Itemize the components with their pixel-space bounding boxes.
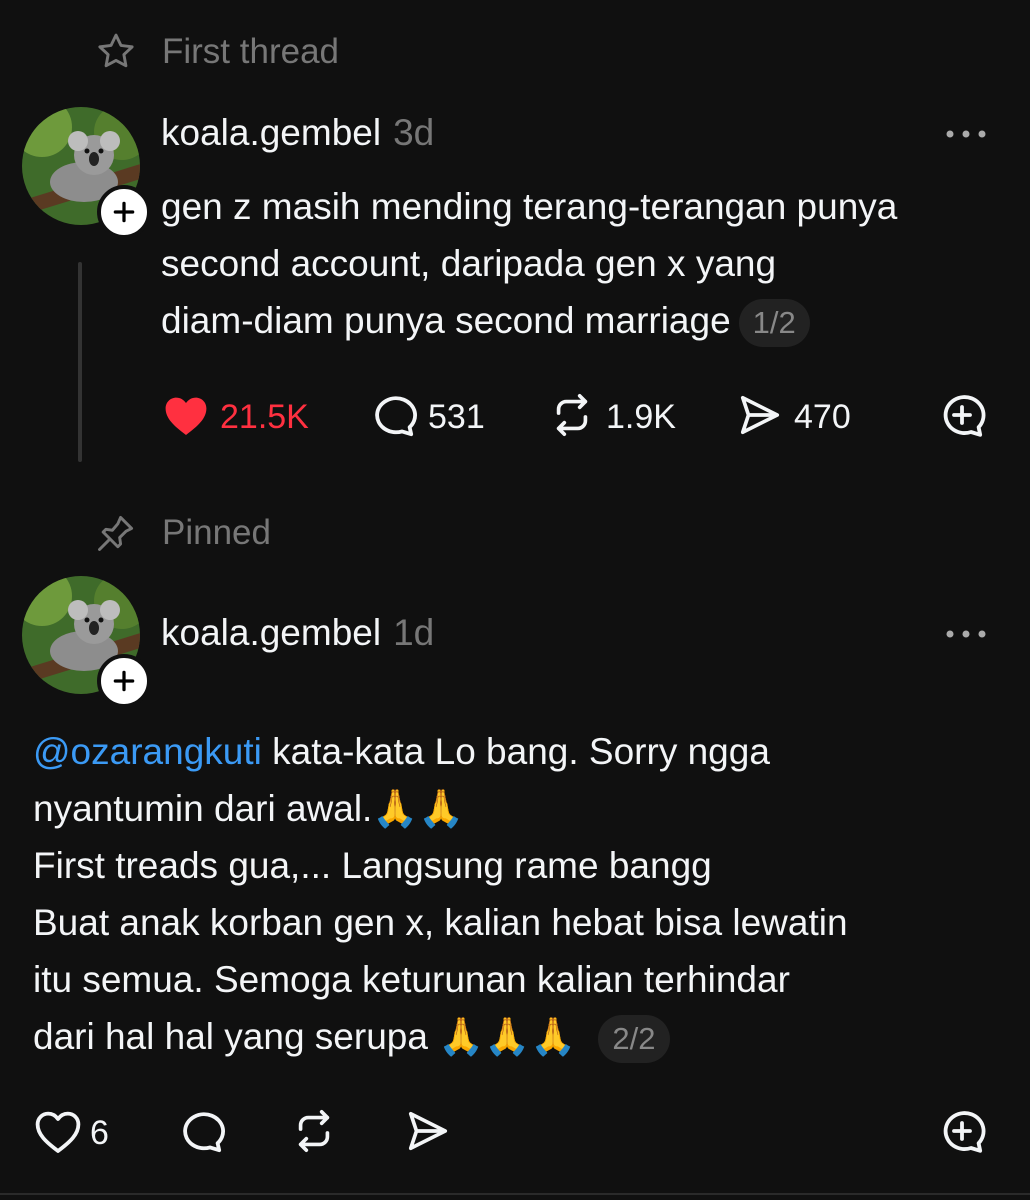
post-header: koala.gembel 1d [161,612,434,654]
post-text-line: dari hal hal yang serupa 🙏🙏🙏 2/2 [33,1008,1018,1065]
post-text-segment: kata-kata Lo bang. Sorry ngga [261,731,770,772]
first-thread-header: First thread [94,30,339,74]
reply-icon [370,392,418,443]
thread-index-badge: 1/2 [738,299,810,348]
quote-add-button[interactable] [938,392,988,445]
share-icon [404,1108,452,1159]
post-time: 1d [393,612,435,653]
post-text-line: nyantumin dari awal.🙏🙏 [33,788,465,829]
reply-button[interactable] [178,1108,226,1159]
post-text-line: second account, daripada gen x yang [161,243,777,284]
pinned-label: Pinned [162,513,271,552]
share-count: 470 [794,398,851,436]
share-button[interactable] [404,1108,452,1159]
mention-link[interactable]: @ozarangkuti [33,731,262,772]
like-count: 21.5K [220,398,309,436]
username[interactable]: koala.gembel [161,612,381,654]
pin-icon [94,511,138,555]
repost-icon [548,392,596,443]
heart-icon [162,392,210,443]
reply-button[interactable]: 531 [370,392,485,443]
post-text-line-content: dari hal hal yang serupa 🙏🙏🙏 [33,1016,577,1057]
quote-add-icon [938,392,988,445]
star-icon [94,30,138,74]
thread-index-badge: 2/2 [598,1015,670,1064]
post-time: 3d [393,112,435,153]
share-icon [736,392,784,443]
post-header: koala.gembel 3d [161,112,434,154]
quote-add-button[interactable] [938,1108,988,1161]
pinned-header: Pinned [94,511,271,555]
like-button[interactable]: 6 [34,1108,109,1159]
divider [0,1193,1030,1195]
username[interactable]: koala.gembel [161,112,381,154]
more-icon[interactable] [944,120,988,153]
reply-count: 531 [428,398,485,436]
post-text: @ozarangkuti kata-kata Lo bang. Sorry ng… [33,723,1018,1065]
repost-button[interactable] [290,1108,338,1159]
post-text-line: @ozarangkuti kata-kata Lo bang. Sorry ng… [33,723,1018,780]
repost-icon [290,1108,338,1159]
like-count: 6 [90,1114,109,1152]
post-text-line: First treads gua,... Langsung rame bangg [33,845,712,886]
follow-plus-button[interactable] [97,654,151,708]
post-text: gen z masih mending terang-terangan puny… [161,178,1011,349]
like-button[interactable]: 21.5K [162,392,309,443]
first-thread-label: First thread [162,32,339,71]
reply-icon [178,1108,226,1159]
post-text-line: itu semua. Semoga keturunan kalian terhi… [33,959,790,1000]
post-text-line-content: diam-diam punya second marriage [161,300,731,341]
post-text-line: Buat anak korban gen x, kalian hebat bis… [33,902,848,943]
post-text-line: gen z masih mending terang-terangan puny… [161,186,898,227]
heart-icon [34,1108,82,1159]
follow-plus-button[interactable] [97,185,151,239]
more-icon[interactable] [944,620,988,653]
repost-button[interactable]: 1.9K [548,392,676,443]
quote-add-icon [938,1108,988,1161]
thread-connector-line [78,262,82,462]
share-button[interactable]: 470 [736,392,851,443]
repost-count: 1.9K [606,398,676,436]
post-text-line: diam-diam punya second marriage 1/2 [161,292,1011,349]
